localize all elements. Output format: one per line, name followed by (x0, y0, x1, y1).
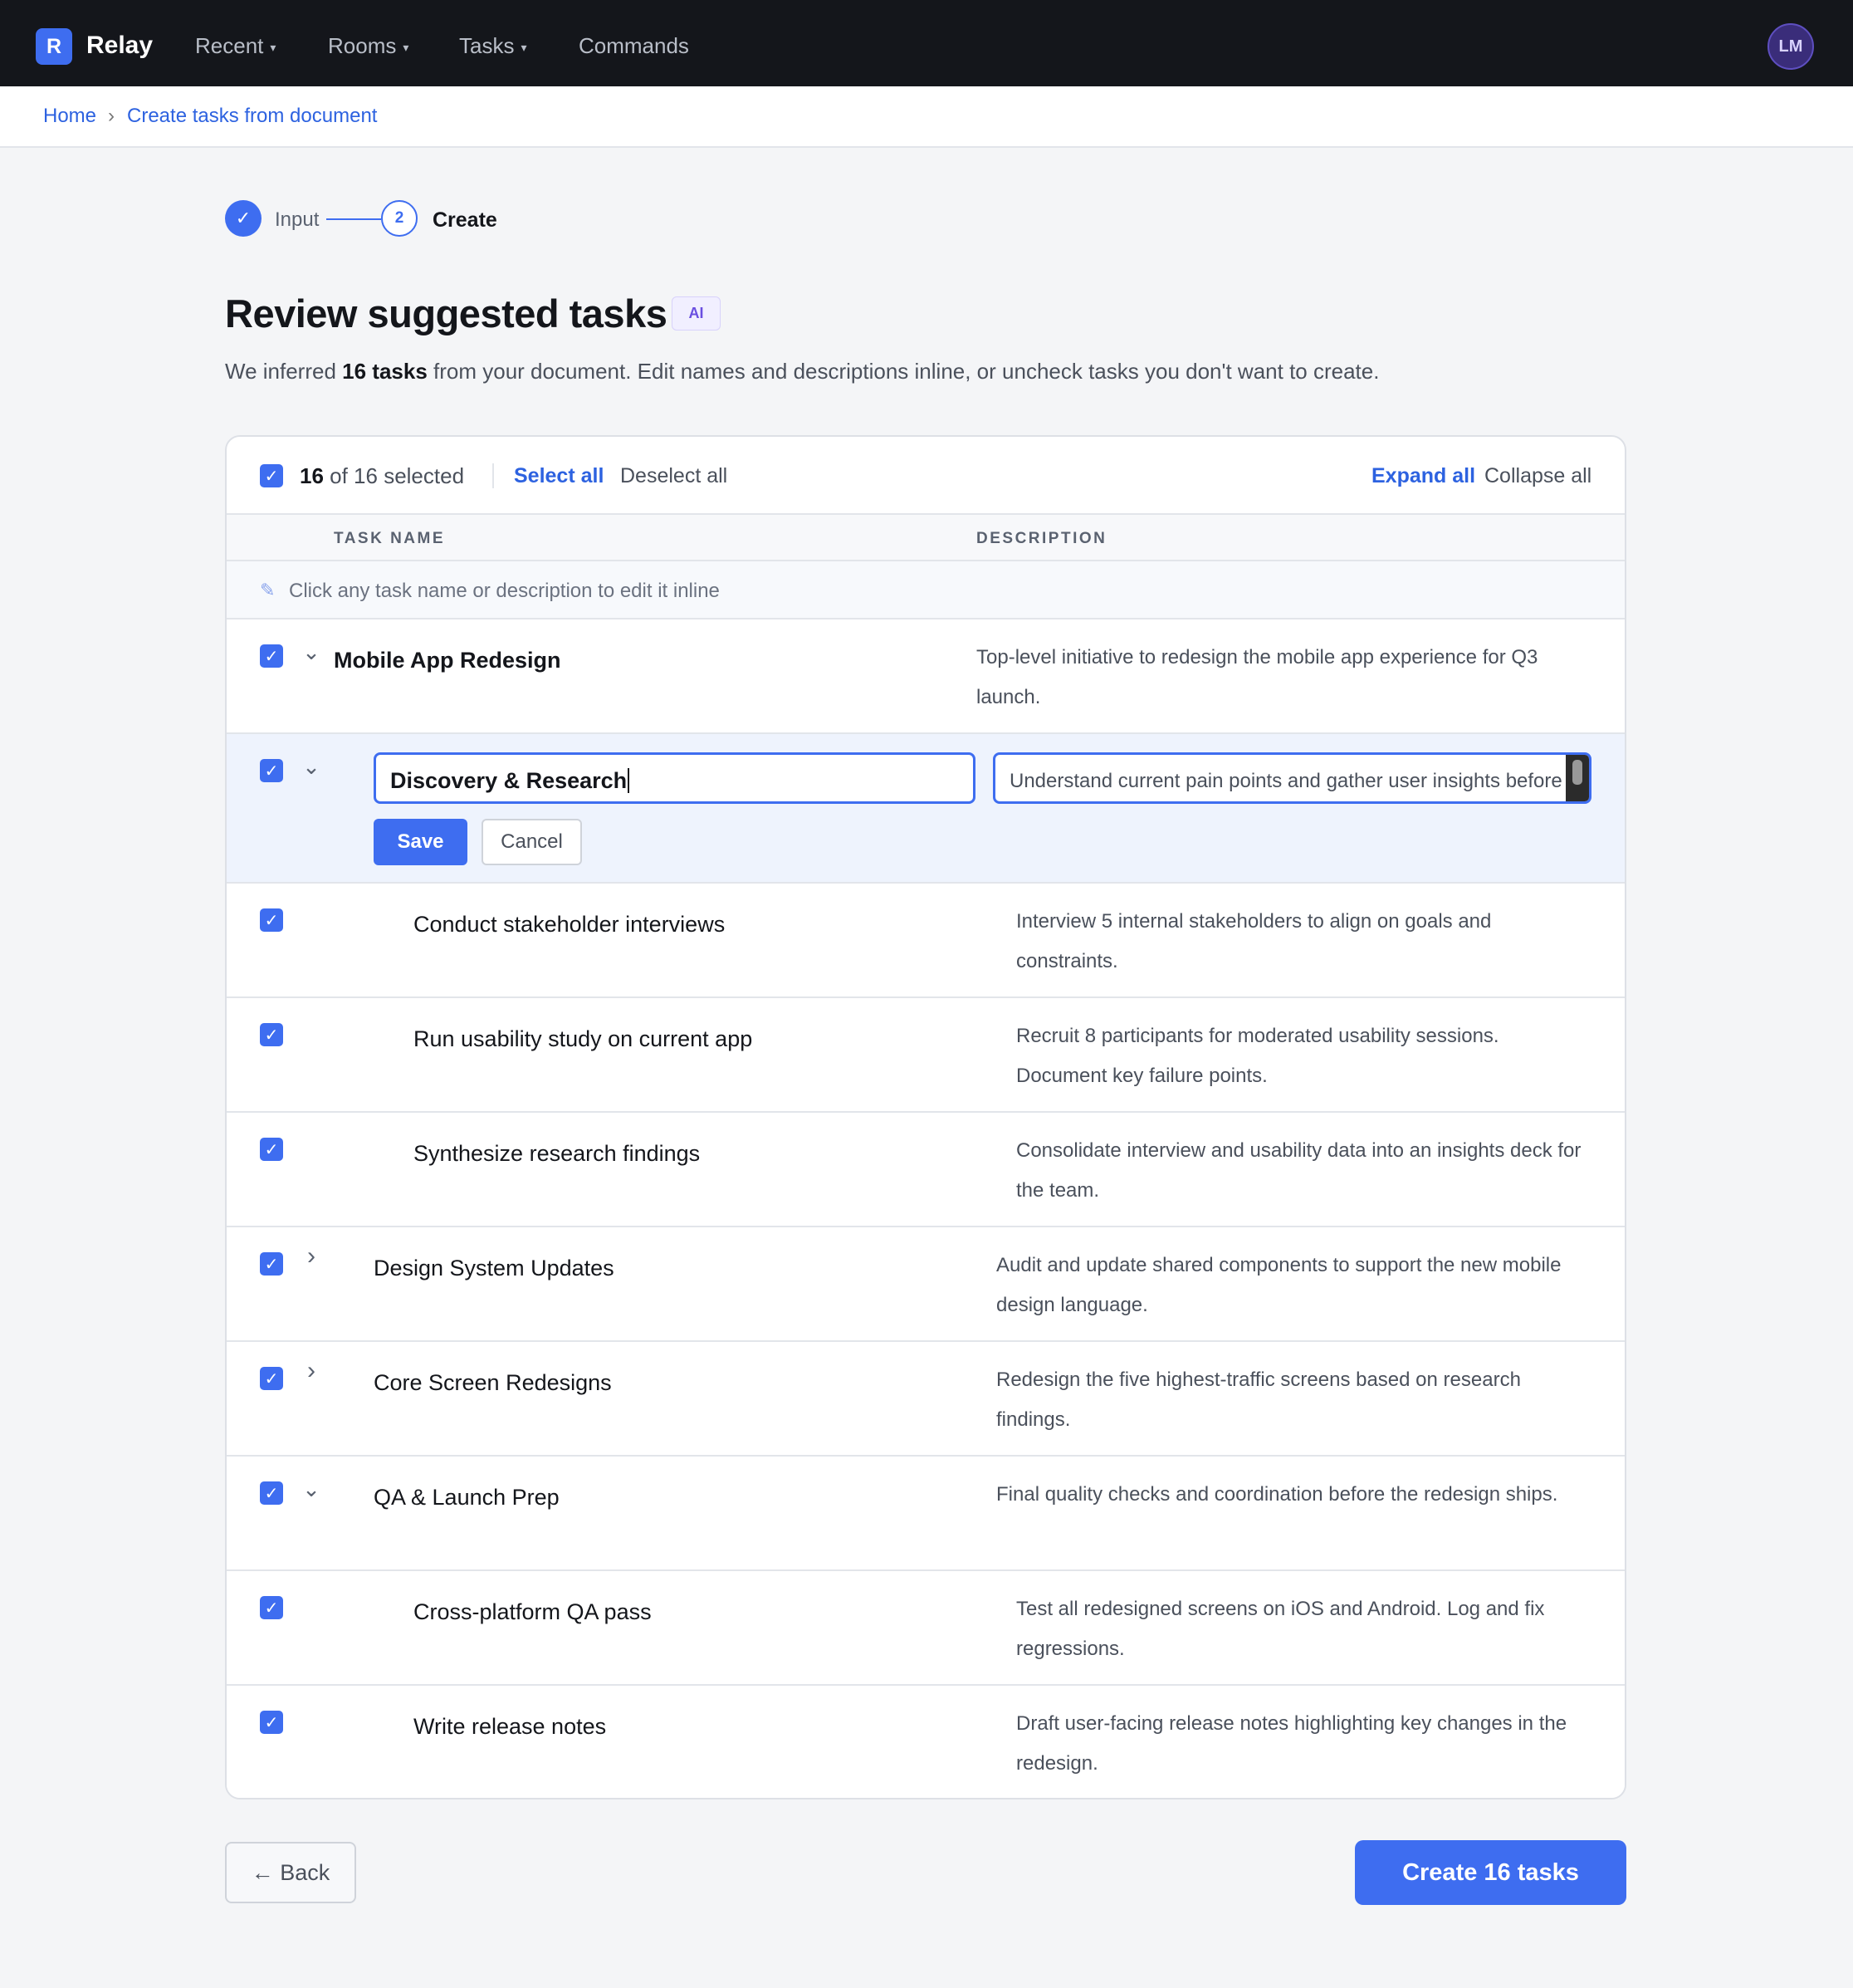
step-create-label: Create (433, 208, 497, 232)
table-row[interactable]: ✓ Synthesize research findings Consolida… (227, 1113, 1625, 1227)
task-checkbox[interactable]: ✓ (260, 1711, 283, 1734)
back-button[interactable]: ← Back (225, 1842, 356, 1903)
page-subtitle: We inferred 16 tasks from your document.… (225, 359, 1380, 384)
table-row[interactable]: ✓ ⌄ QA & Launch Prep Final quality check… (227, 1457, 1625, 1571)
top-navigation-bar: R Relay Recent ▾ Rooms ▾ Tasks ▾ Commands L… (0, 0, 1853, 86)
chevron-down-icon: ▾ (270, 40, 276, 54)
chevron-right-icon[interactable]: › (300, 1242, 323, 1271)
task-description[interactable]: Audit and update shared components to su… (996, 1246, 1569, 1325)
task-name[interactable]: Mobile App Redesign (334, 648, 561, 673)
chevron-down-icon[interactable]: ⌄ (300, 1476, 323, 1502)
task-name-input[interactable]: Discovery & Research (374, 752, 975, 804)
task-name[interactable]: Synthesize research findings (413, 1141, 700, 1167)
table-row[interactable]: ✓ › Design System Updates Audit and upda… (227, 1227, 1625, 1342)
page-title: Review suggested tasks (225, 291, 667, 335)
task-name[interactable]: Core Screen Redesigns (374, 1370, 612, 1396)
task-checkbox[interactable]: ✓ (260, 908, 283, 932)
step-number: 2 (381, 200, 418, 237)
task-description[interactable]: Recruit 8 participants for moderated usa… (1016, 1016, 1589, 1096)
step-input-label: Input (275, 208, 320, 231)
task-description[interactable]: Redesign the five highest-traffic screen… (996, 1360, 1594, 1440)
scrollbar-thumb[interactable] (1572, 760, 1582, 785)
breadcrumb-separator: › (108, 105, 115, 127)
task-description-input[interactable]: Understand current pain points and gathe… (993, 752, 1591, 804)
pencil-icon: ✎ (260, 580, 276, 600)
chevron-right-icon[interactable]: › (300, 1357, 323, 1385)
nav-rooms[interactable]: Rooms ▾ (328, 33, 408, 59)
task-name[interactable]: QA & Launch Prep (374, 1485, 560, 1511)
select-all-link[interactable]: Select all (514, 464, 604, 488)
chevron-down-icon: ▾ (521, 40, 527, 54)
task-name[interactable]: Cross-platform QA pass (413, 1599, 652, 1625)
task-description[interactable]: Top-level initiative to redesign the mob… (976, 638, 1599, 717)
task-name[interactable]: Run usability study on current app (413, 1026, 752, 1052)
selection-count: 16 of 16 selected (300, 463, 465, 488)
chevron-down-icon[interactable]: ⌄ (300, 754, 323, 780)
table-row[interactable]: ✓ ⌄ Mobile App Redesign Top-level initia… (227, 619, 1625, 734)
nav-recent[interactable]: Recent ▾ (195, 33, 276, 59)
task-description[interactable]: Consolidate interview and usability data… (1016, 1131, 1597, 1211)
task-description[interactable]: Final quality checks and coordination be… (996, 1475, 1569, 1515)
task-name[interactable]: Write release notes (413, 1714, 606, 1740)
app-name[interactable]: Relay (86, 32, 153, 60)
task-checkbox[interactable]: ✓ (260, 1252, 283, 1276)
ai-badge: AI (672, 296, 721, 331)
step-connector (326, 218, 381, 220)
check-icon: ✓ (225, 200, 262, 237)
task-description[interactable]: Test all redesigned screens on iOS and A… (1016, 1589, 1589, 1669)
table-header: TASK NAME DESCRIPTION (227, 515, 1625, 561)
selection-toolbar: ✓ 16 of 16 selected Select all Deselect … (227, 437, 1625, 515)
task-description[interactable]: Interview 5 internal stakeholders to ali… (1016, 902, 1589, 982)
collapse-all-link[interactable]: Collapse all (1484, 464, 1591, 488)
chevron-down-icon: ▾ (403, 40, 409, 54)
task-name[interactable]: Conduct stakeholder interviews (413, 912, 725, 938)
task-checkbox[interactable]: ✓ (260, 1596, 283, 1619)
task-checkbox[interactable]: ✓ (260, 1138, 283, 1161)
select-all-checkbox[interactable]: ✓ (260, 464, 283, 487)
breadcrumb-home[interactable]: Home (43, 105, 96, 128)
nav-tasks[interactable]: Tasks ▾ (459, 33, 527, 59)
table-row[interactable]: ✓ Write release notes Draft user-facing … (227, 1686, 1625, 1798)
expand-all-link[interactable]: Expand all (1371, 464, 1475, 488)
table-row[interactable]: ✓ Conduct stakeholder interviews Intervi… (227, 884, 1625, 998)
task-checkbox[interactable]: ✓ (260, 1481, 283, 1505)
relay-logo[interactable]: R (36, 28, 72, 65)
table-row[interactable]: ✓ Run usability study on current app Rec… (227, 998, 1625, 1113)
chevron-down-icon[interactable]: ⌄ (300, 639, 323, 665)
cancel-button[interactable]: Cancel (482, 819, 582, 865)
task-review-card: ✓ 16 of 16 selected Select all Deselect … (225, 435, 1626, 1799)
task-checkbox[interactable]: ✓ (260, 759, 283, 782)
task-checkbox[interactable]: ✓ (260, 1023, 283, 1046)
scrollbar[interactable] (1566, 755, 1589, 801)
divider (492, 463, 494, 488)
deselect-all-link[interactable]: Deselect all (620, 464, 727, 488)
create-tasks-button[interactable]: Create 16 tasks (1355, 1840, 1626, 1905)
task-checkbox[interactable]: ✓ (260, 1367, 283, 1390)
table-row[interactable]: ✓ Cross-platform QA pass Test all redesi… (227, 1571, 1625, 1686)
editing-row[interactable]: ✓ ⌄ Discovery & Research Understand curr… (227, 734, 1625, 884)
edit-hint-text: Click any task name or description to ed… (289, 580, 720, 602)
save-button[interactable]: Save (374, 819, 467, 865)
nav-commands[interactable]: Commands (579, 33, 689, 59)
task-description[interactable]: Draft user-facing release notes highligh… (1016, 1704, 1589, 1784)
table-row[interactable]: ✓ › Core Screen Redesigns Redesign the f… (227, 1342, 1625, 1457)
task-name[interactable]: Design System Updates (374, 1256, 614, 1281)
edit-hint: ✎ Click any task name or description to … (227, 561, 1625, 619)
user-avatar[interactable]: LM (1767, 23, 1814, 70)
breadcrumb-current[interactable]: Create tasks from document (127, 105, 377, 128)
column-task-name: TASK NAME (334, 530, 446, 547)
column-description: DESCRIPTION (976, 530, 1107, 547)
breadcrumb: Home › Create tasks from document (0, 86, 1853, 148)
task-checkbox[interactable]: ✓ (260, 644, 283, 668)
